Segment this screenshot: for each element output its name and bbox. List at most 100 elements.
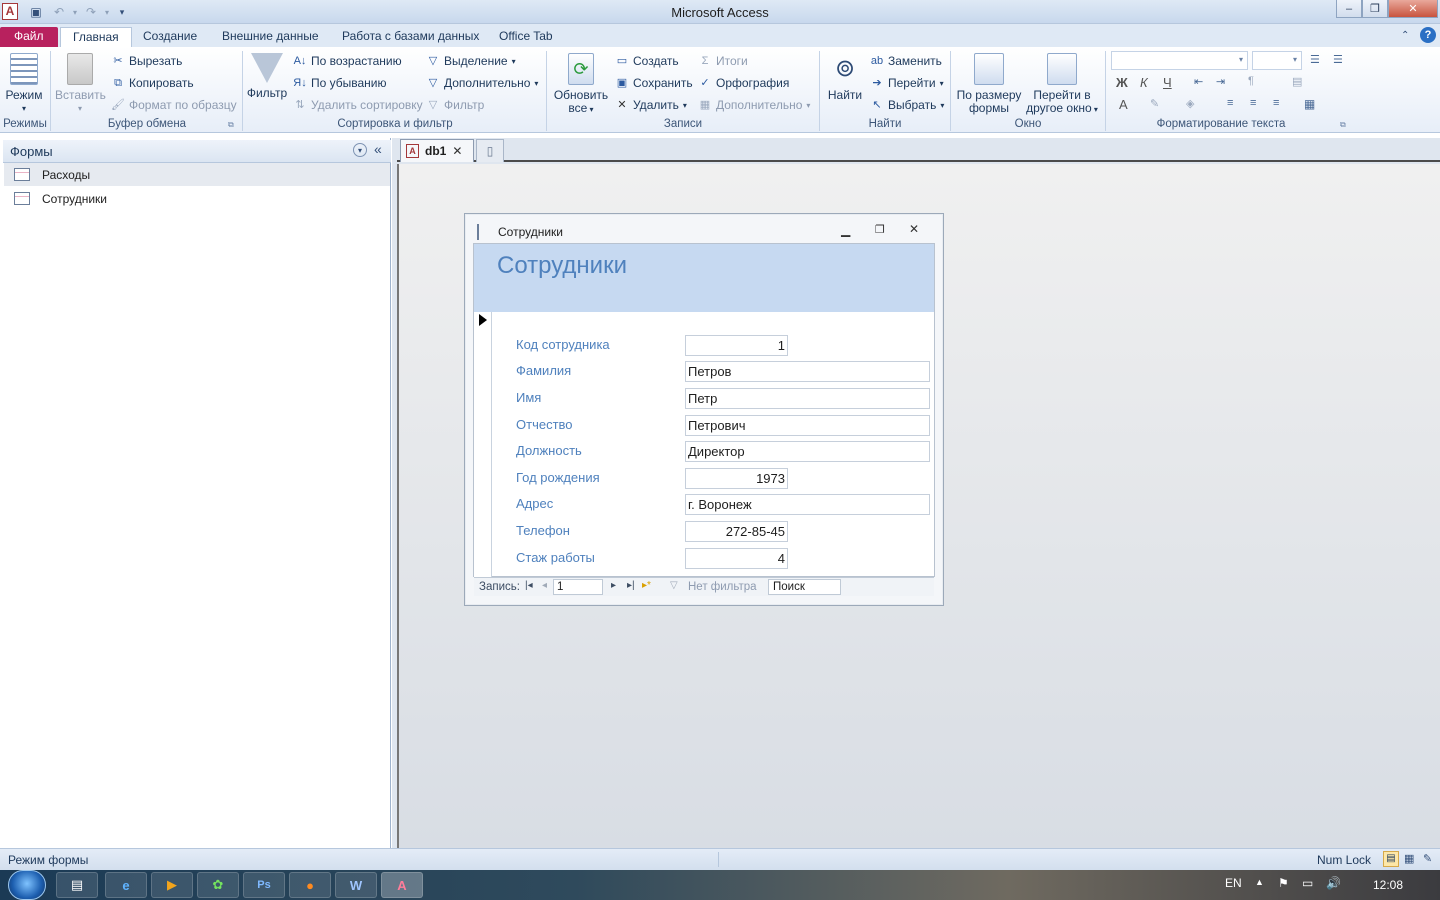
align-right-icon[interactable]: ≡ [1273,97,1279,109]
tab-file[interactable]: Файл [0,27,58,48]
first-record-icon[interactable]: |◂ [525,580,533,591]
tab-home[interactable]: Главная [60,27,132,48]
first-name-field[interactable]: Петр [685,388,930,409]
tray-expand-icon[interactable]: ▲ [1255,877,1264,887]
gridlines-icon[interactable]: ▤ [1292,75,1302,88]
remove-sort-button[interactable]: ⇅ Удалить сортировку [293,96,422,114]
save-record-button[interactable]: ▣ Сохранить [615,74,693,92]
italic-button[interactable]: К [1140,75,1148,90]
font-name-select[interactable]: ▾ [1111,51,1248,70]
spelling-button[interactable]: ✓ Орфография [698,74,789,92]
language-indicator[interactable]: EN [1225,876,1242,890]
new-record-button[interactable]: ▭ Создать [615,52,679,70]
maximize-button[interactable]: ❐ [1362,0,1388,18]
doc-tab-db1[interactable]: A db1 ✕ [400,139,474,162]
address-field[interactable]: г. Воронеж [685,494,930,515]
font-color-button[interactable]: А [1119,97,1128,112]
replace-button[interactable]: ab Заменить [870,52,942,70]
indent-decrease-icon[interactable]: ⇤ [1194,75,1203,88]
minimize-button[interactable]: – [1336,0,1362,18]
advanced-filter-button[interactable]: ▽ Дополнительно ▾ [426,74,539,92]
media-player-icon[interactable]: ▶ [151,872,193,898]
more-records-button[interactable]: ▦ Дополнительно ▾ [698,96,811,114]
filter-button[interactable]: Фильтр [246,53,288,100]
last-record-icon[interactable]: ▸| [627,580,635,591]
tab-office-tab[interactable]: Office Tab [487,27,565,48]
tab-database-tools[interactable]: Работа с базами данных [330,27,491,48]
paragraph-direction-icon[interactable]: ¶ [1248,75,1254,87]
action-center-icon[interactable]: ⚑ [1278,876,1289,890]
new-record-icon[interactable]: ▸* [642,580,651,591]
fit-to-form-button[interactable]: По размеру формы [955,53,1023,115]
search-input[interactable]: Поиск [768,579,841,595]
current-record-input[interactable]: 1 [553,579,603,595]
sort-descending-button[interactable]: Я↓ По убыванию [293,74,386,92]
tab-external-data[interactable]: Внешние данные [210,27,331,48]
collapse-pane-icon[interactable]: « [374,141,382,157]
dialog-launcher-icon[interactable]: ⧉ [1340,120,1346,130]
clock[interactable]: 12:08 [1373,878,1403,892]
view-mode-button[interactable]: Режим ▾ [3,53,45,115]
minimize-ribbon-icon[interactable]: ⌃ [1401,30,1409,41]
align-center-icon[interactable]: ≡ [1250,97,1256,109]
nav-item-employees[interactable]: Сотрудники [4,187,390,210]
format-painter-button[interactable]: 🖌 Формат по образцу [111,96,237,114]
sort-ascending-button[interactable]: A↓ По возрастанию [293,52,402,70]
delete-record-button[interactable]: ✕ Удалить ▾ [615,96,686,114]
highlight-icon[interactable]: ✎ [1150,97,1159,110]
employee-id-field[interactable]: 1 [685,335,788,356]
experience-field[interactable]: 4 [685,548,788,569]
paste-button[interactable]: Вставить ▾ [55,53,106,115]
explorer-icon[interactable]: ▤ [56,872,98,898]
no-filter-button[interactable]: Нет фильтра [688,581,757,593]
record-selector[interactable] [474,312,492,577]
switch-windows-button[interactable]: Перейти в другое окно ▾ [1023,53,1101,116]
goto-button[interactable]: ➔ Перейти ▾ [870,74,943,92]
network-icon[interactable]: ▭ [1302,876,1313,890]
firefox-icon[interactable]: ● [289,872,331,898]
tab-create[interactable]: Создание [131,27,209,48]
bold-button[interactable]: Ж [1116,75,1128,90]
layout-view-icon[interactable]: ▦ [1404,852,1414,865]
nav-pane-header[interactable]: Формы ▾ « [3,140,391,163]
access-taskbar-icon[interactable]: A [381,872,423,898]
bullets-icon[interactable]: ☰ [1310,53,1320,66]
refresh-all-button[interactable]: ⟳ Обновить все ▾ [552,53,610,116]
font-size-select[interactable]: ▾ [1252,51,1302,70]
copy-button[interactable]: ⧉ Копировать [111,74,194,92]
design-view-icon[interactable]: ✎ [1423,852,1432,865]
numbering-icon[interactable]: ☰ [1333,53,1343,66]
find-button[interactable]: ⊚ Найти [824,53,866,102]
form-minimize-button[interactable]: ▁ [841,223,850,237]
position-field[interactable]: Директор [685,441,930,462]
patronymic-field[interactable]: Петрович [685,415,930,436]
form-maximize-button[interactable]: ❐ [875,223,885,236]
align-left-icon[interactable]: ≡ [1227,97,1233,109]
new-tab-icon[interactable]: ▯ [476,139,504,162]
form-close-button[interactable]: ✕ [909,222,919,236]
last-name-field[interactable]: Петров [685,361,930,382]
word-icon[interactable]: W [335,872,377,898]
previous-record-icon[interactable]: ◂ [542,580,547,591]
nav-item-expenses[interactable]: Расходы [4,163,390,186]
help-icon[interactable]: ? [1420,27,1436,43]
close-button[interactable]: ✕ [1388,0,1438,18]
selection-button[interactable]: ▽ Выделение ▾ [426,52,516,70]
start-button[interactable] [8,870,46,900]
fill-color-icon[interactable]: ◈ [1186,97,1194,110]
dialog-launcher-icon[interactable]: ⧉ [228,120,234,130]
birth-year-field[interactable]: 1973 [685,468,788,489]
table-grid-icon[interactable]: ▦ [1304,97,1315,111]
phone-field[interactable]: 272-85-45 [685,521,788,542]
photoshop-icon[interactable]: Ps [243,872,285,898]
close-tab-icon[interactable]: ✕ [452,144,462,158]
underline-button[interactable]: Ч [1163,75,1172,90]
totals-button[interactable]: Σ Итоги [698,52,748,70]
next-record-icon[interactable]: ▸ [611,580,616,591]
internet-explorer-icon[interactable]: e [105,872,147,898]
toggle-filter-button[interactable]: ▽ Фильтр [426,96,485,114]
form-view-icon[interactable]: ▤ [1383,851,1399,867]
volume-icon[interactable]: 🔊 [1326,876,1341,890]
cut-button[interactable]: ✂ Вырезать [111,52,182,70]
select-button[interactable]: ↖ Выбрать ▾ [870,96,944,114]
